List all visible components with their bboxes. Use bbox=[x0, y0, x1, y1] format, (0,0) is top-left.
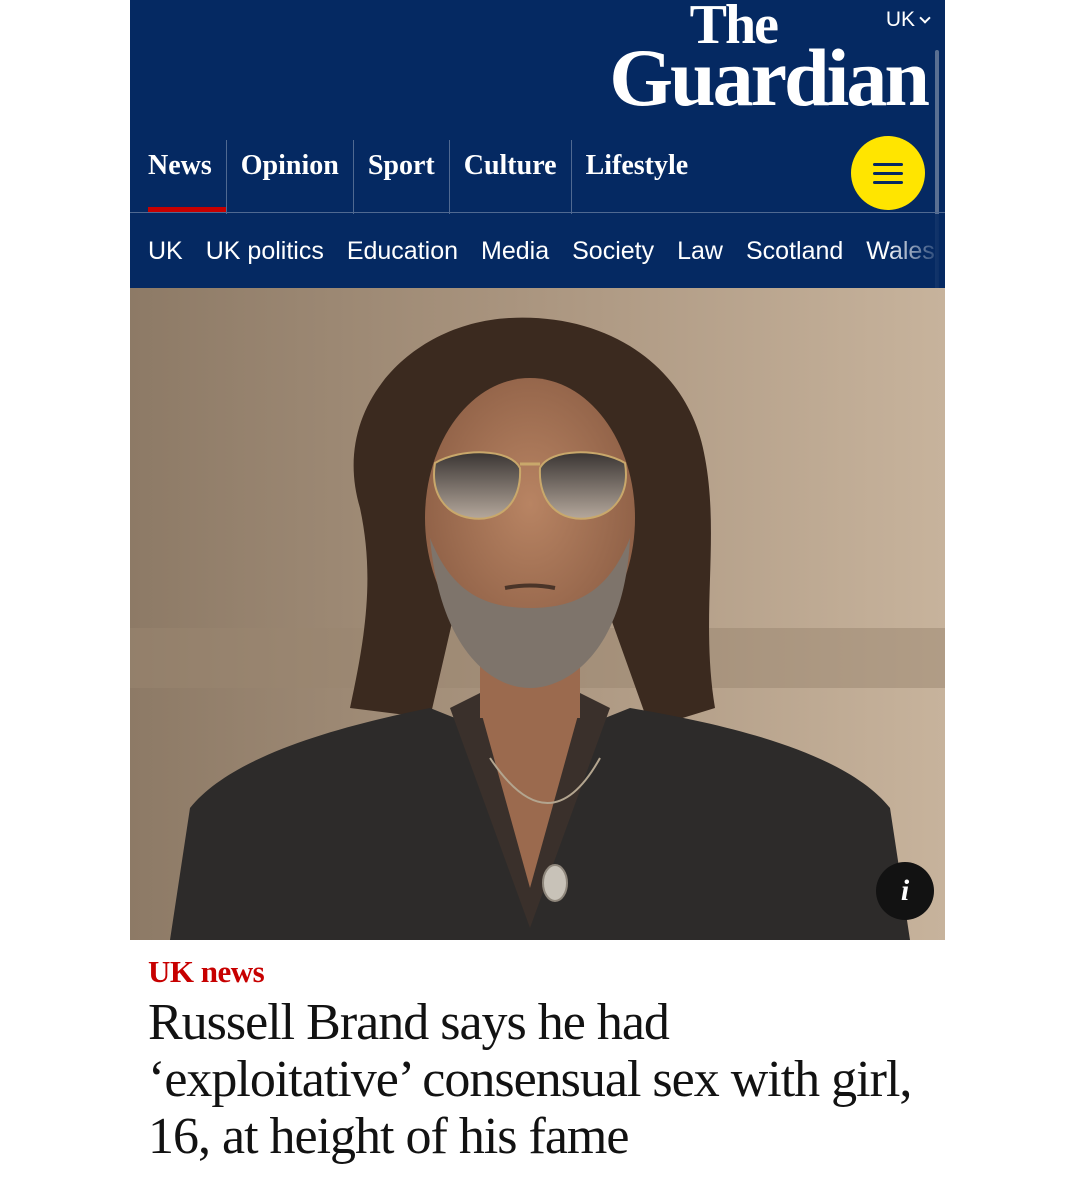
subnav-item-law[interactable]: Law bbox=[677, 237, 723, 266]
hamburger-icon bbox=[873, 162, 903, 166]
header-divider bbox=[130, 212, 945, 213]
subnav-item-scotland[interactable]: Scotland bbox=[746, 237, 843, 266]
article-photo[interactable]: i bbox=[130, 288, 945, 940]
subnav-item-uk[interactable]: UK bbox=[148, 237, 183, 266]
site-header: UK The Guardian News Opinion Sport Cultu… bbox=[130, 0, 945, 320]
pillar-opinion[interactable]: Opinion bbox=[225, 140, 353, 214]
logo-line-2: Guardian bbox=[609, 32, 930, 123]
pillar-sport[interactable]: Sport bbox=[352, 140, 449, 214]
subnav-item-society[interactable]: Society bbox=[572, 237, 654, 266]
app-frame: UK The Guardian News Opinion Sport Cultu… bbox=[130, 0, 945, 1200]
subnav-item-media[interactable]: Media bbox=[481, 237, 549, 266]
subnav-fade bbox=[885, 214, 945, 288]
subnav-item-education[interactable]: Education bbox=[347, 237, 458, 266]
guardian-logo[interactable]: The Guardian bbox=[609, 0, 930, 123]
subnav-item-uk-politics[interactable]: UK politics bbox=[206, 237, 324, 266]
pillar-news[interactable]: News bbox=[130, 140, 226, 214]
portrait-illustration bbox=[130, 288, 945, 940]
image-info-button[interactable]: i bbox=[876, 862, 934, 920]
pillar-lifestyle[interactable]: Lifestyle bbox=[570, 140, 703, 214]
article-headline: Russell Brand says he had ‘exploitative’… bbox=[148, 994, 912, 1165]
pillar-culture[interactable]: Culture bbox=[448, 140, 571, 214]
subnav: UK UK politics Education Media Society L… bbox=[130, 214, 945, 288]
menu-button[interactable] bbox=[851, 136, 925, 210]
section-kicker[interactable]: UK news bbox=[148, 954, 265, 990]
pillar-nav: News Opinion Sport Culture Lifestyle bbox=[130, 140, 702, 214]
info-icon: i bbox=[900, 874, 910, 907]
